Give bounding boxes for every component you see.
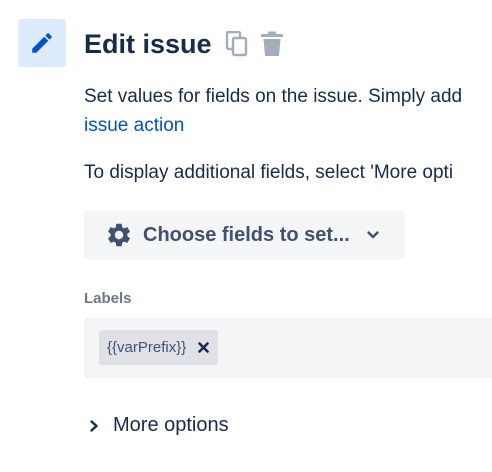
choose-fields-label: Choose fields to set... [143, 223, 350, 246]
chevron-down-icon [367, 231, 379, 239]
choose-fields-button[interactable]: Choose fields to set... [84, 211, 405, 259]
copy-icon[interactable] [225, 31, 249, 57]
issue-action-link[interactable]: issue action [84, 112, 184, 140]
chevron-right-icon [90, 419, 98, 432]
edit-issue-tile [18, 19, 66, 67]
description-text: Set values for fields on the issue. Simp… [84, 86, 463, 107]
page-title: Edit issue [84, 29, 212, 59]
more-options-label: More options [113, 414, 229, 436]
more-options-hint: To display additional fields, select 'Mo… [84, 162, 454, 183]
pencil-icon [32, 33, 52, 53]
labels-field-label: Labels [84, 290, 132, 307]
trash-icon[interactable] [259, 31, 285, 57]
labels-field[interactable]: {{varPrefix}} [84, 318, 492, 378]
label-tag-text: {{varPrefix}} [107, 339, 187, 356]
more-options-toggle[interactable]: More options [88, 414, 229, 437]
close-icon[interactable] [198, 342, 210, 353]
gear-icon [108, 223, 130, 247]
label-tag: {{varPrefix}} [99, 330, 219, 365]
edit-issue-panel: Edit issue Set values for fields on the … [0, 0, 492, 472]
